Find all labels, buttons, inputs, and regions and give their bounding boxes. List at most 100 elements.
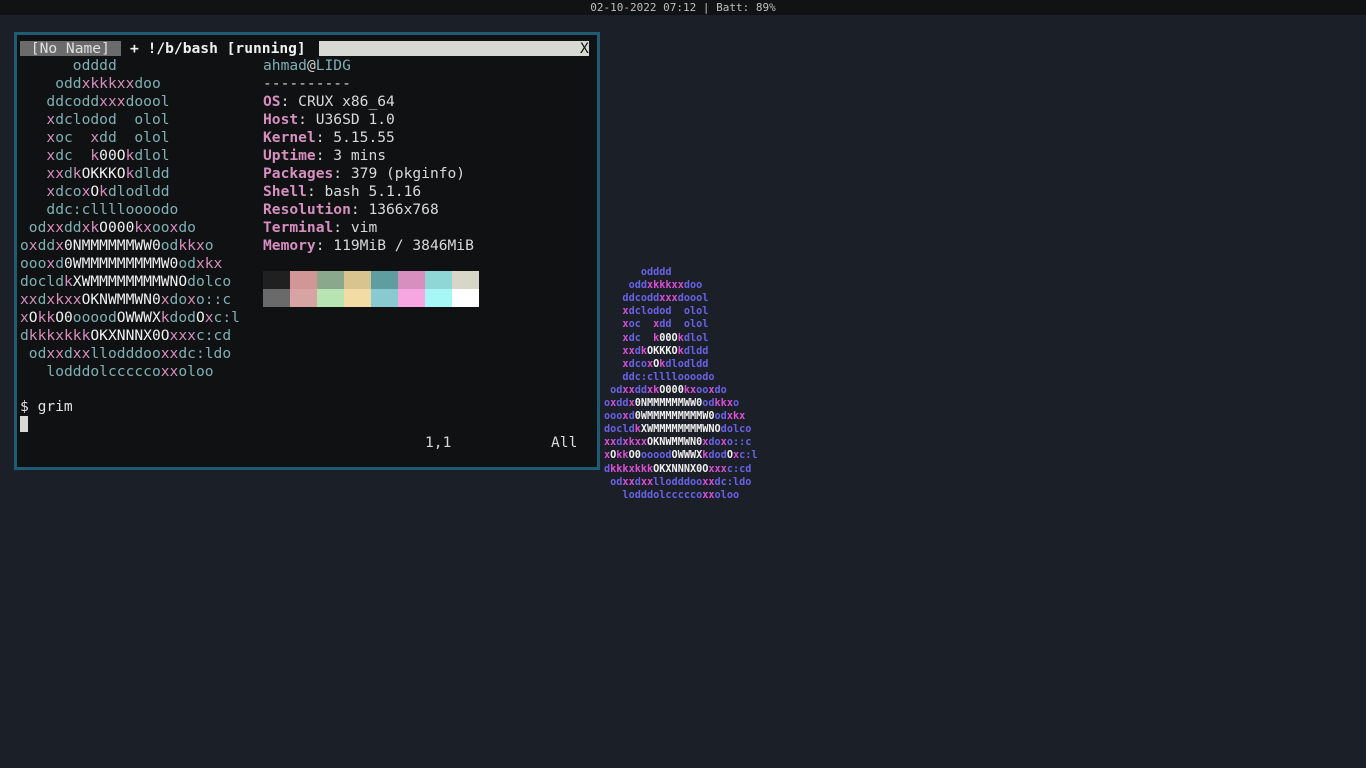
info-key: Resolution	[263, 201, 351, 218]
info-value: 3 mins	[333, 147, 387, 164]
at-sign: @	[306, 57, 316, 74]
logo-line: odddd	[72, 57, 117, 74]
palette-swatch-bright-4	[371, 289, 398, 307]
wallpaper-logo-line: xoc xdd olol	[622, 319, 709, 331]
info-host: Host: U36SD 1.0	[263, 111, 395, 129]
tab-bash[interactable]: + !/b/bash [running]	[130, 41, 306, 56]
wallpaper-logo-line: oxddx0NMMMMMMWW0odkkxo	[604, 398, 740, 409]
info-key: OS	[263, 93, 281, 110]
info-colon: :	[333, 165, 351, 182]
palette-swatch-normal-6	[425, 271, 452, 289]
logo-line: ddc:clllloooodo	[46, 201, 179, 218]
palette-swatch-normal-5	[398, 271, 425, 289]
username: ahmad	[263, 57, 307, 74]
palette-swatch-bright-7	[452, 289, 479, 307]
terminal-cursor	[20, 416, 28, 432]
info-colon: :	[315, 129, 334, 146]
palette-swatch-bright-0	[263, 289, 290, 307]
logo-line: xoc xdd olol	[46, 129, 170, 146]
wallpaper-logo-line: odxxddxkO000kxooxdo	[610, 384, 727, 396]
info-colon: :	[306, 183, 325, 200]
info-key: Kernel	[263, 129, 316, 146]
wallpaper-logo-line: odddd	[640, 267, 672, 278]
info-colon: :	[315, 237, 334, 254]
info-resolution: Resolution: 1366x768	[263, 201, 439, 219]
info-colon: :	[280, 93, 299, 110]
info-value: 119MiB / 3846MiB	[333, 237, 474, 254]
info-separator: ----------	[263, 75, 351, 92]
info-colon: :	[333, 219, 351, 236]
info-key: Uptime	[263, 147, 316, 164]
logo-line: ddcoddxxxdoool	[46, 93, 170, 110]
palette-swatch-bright-2	[317, 289, 344, 307]
info-colon: :	[315, 147, 334, 164]
wallpaper-logo-line: dkkkxkkkOKXNNNX0Oxxxc:cd	[604, 463, 752, 475]
wallpaper-logo-line: xdc k00Okdlol	[622, 332, 709, 344]
info-key: Terminal	[263, 219, 334, 236]
info-packages: Packages: 379 (pkginfo)	[263, 165, 465, 183]
info-value: 379 (pkginfo)	[350, 165, 466, 182]
info-key: Host	[263, 111, 299, 128]
wallpaper-logo-line: xxdkOKKKOkdldd	[622, 345, 709, 357]
palette-swatch-normal-4	[371, 271, 398, 289]
tabline-fill	[319, 41, 589, 56]
logo-line: oxddx0NMMMMMMWW0odkkxo	[20, 237, 214, 254]
logo-line: odxxddxkO000kxooxdo	[28, 219, 196, 236]
logo-line: xOkkO0oooodOWWWXkdodOxc:l	[20, 309, 240, 326]
scroll-position: All	[551, 434, 578, 451]
vim-tabline: [No Name] + !/b/bash [running] X	[20, 41, 589, 56]
wallpaper-logo-line: ddcoddxxxdoool	[622, 293, 709, 305]
logo-line: xxdxkxxOKNWMMWN0xdoxo::c	[20, 291, 232, 308]
info-value: U36SD 1.0	[315, 111, 395, 128]
user-host-line: ahmad@LIDG	[263, 57, 351, 75]
info-terminal: Terminal: vim	[263, 219, 377, 237]
wallpaper-logo-line: xdcoxOkdlodldd	[622, 358, 709, 370]
palette-swatch-bright-5	[398, 289, 425, 307]
wallpaper-logo-line: xxdxkxxOKNWMMWN0xdoxo::c	[604, 437, 752, 449]
palette-swatch-bright-3	[344, 289, 371, 307]
logo-line: oddxkkkxxdoo	[55, 75, 161, 92]
info-colon: :	[350, 201, 369, 218]
wallpaper-logo-line: xOkkO0oooodOWWWXkdodOxc:l	[604, 450, 758, 462]
info-os: OS: CRUX x86_64	[263, 93, 395, 111]
info-value: bash 5.1.16	[324, 183, 422, 200]
hostname: LIDG	[315, 57, 351, 74]
status-bar-text: 02-10-2022 07:12 | Batt: 89%	[590, 1, 776, 14]
logo-line: docldkXWMMMMMMMMWNOdolco	[20, 273, 232, 290]
terminal-window[interactable]: [No Name] + !/b/bash [running] X odddd o…	[14, 32, 600, 470]
palette-swatch-normal-1	[290, 271, 317, 289]
logo-line: lodddolcccccoxxoloo	[46, 363, 214, 380]
logo-line: oooxd0WMMMMMMMMMW0odxkx	[20, 255, 223, 272]
info-key: Packages	[263, 165, 334, 182]
wallpaper-logo-line: docldkXWMMMMMMMMWNOdolco	[604, 424, 752, 436]
tab-no-name[interactable]: [No Name]	[20, 41, 121, 56]
status-bar: 02-10-2022 07:12 | Batt: 89%	[0, 0, 1366, 15]
wallpaper-logo-line: xdclodod olol	[622, 306, 709, 318]
info-colon: :	[298, 111, 316, 128]
wallpaper-logo-line: odxxdxxllodddooxxdc:ldo	[610, 476, 752, 488]
wallpaper-logo-line: ddc:clllloooodo	[622, 371, 715, 383]
palette-swatch-normal-3	[344, 271, 371, 289]
info-value: 5.15.55	[333, 129, 395, 146]
info-value: CRUX x86_64	[298, 93, 395, 110]
palette-swatch-bright-6	[425, 289, 452, 307]
palette-swatch-normal-2	[317, 271, 344, 289]
logo-line: dkkkxkkkOKXNNNX0Oxxxc:cd	[20, 327, 232, 344]
logo-line: odxxdxxllodddooxxdc:ldo	[28, 345, 232, 362]
logo-line: xxdkOKKKOkdldd	[46, 165, 170, 182]
info-value: 1366x768	[368, 201, 439, 218]
logo-line: xdc k00Okdlol	[46, 147, 170, 164]
logo-line: xdcoxOkdlodldd	[46, 183, 170, 200]
wallpaper-logo-line: oooxd0WMMMMMMMMMW0odxkx	[604, 411, 746, 423]
palette-swatch-bright-1	[290, 289, 317, 307]
color-palette	[263, 271, 479, 307]
shell-prompt[interactable]: $ grim	[20, 398, 73, 416]
logo-line: xdclodod olol	[46, 111, 170, 128]
info-uptime: Uptime: 3 mins	[263, 147, 386, 165]
palette-swatch-normal-7	[452, 271, 479, 289]
wallpaper-logo-line: oddxkkkxxdoo	[628, 280, 703, 292]
info-shell: Shell: bash 5.1.16	[263, 183, 421, 201]
palette-swatch-normal-0	[263, 271, 290, 289]
wallpaper-logo-line: lodddolcccccoxxoloo	[622, 489, 740, 501]
tab-close-button[interactable]: X	[580, 41, 589, 56]
